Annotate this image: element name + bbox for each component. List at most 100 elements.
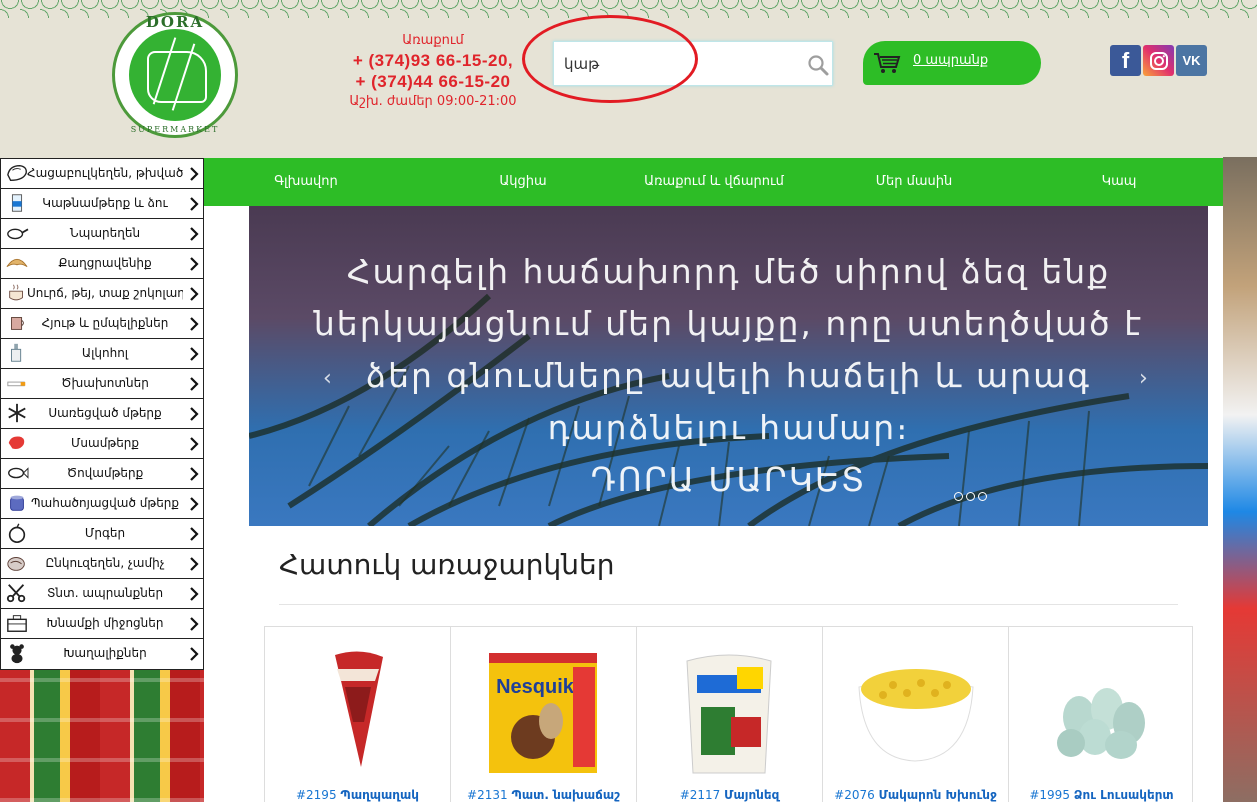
site-logo[interactable]: DORA SUPERMARKET: [112, 12, 238, 138]
delivery-label: Առաքում: [402, 33, 464, 48]
sidebar-item-label: Քաղցրավենիք: [58, 256, 152, 270]
specials-title: Հատուկ առաջարկներ: [279, 548, 615, 581]
phone-2[interactable]: + (374)44 66-15-20: [338, 71, 528, 92]
instagram-icon[interactable]: [1143, 45, 1174, 76]
nav-promotions[interactable]: Ակցիա: [408, 158, 638, 206]
contacts-block: Առաքում + (374)93 66-15-20, + (374)44 66…: [338, 32, 528, 112]
product-image-pasta: [858, 669, 974, 762]
sidebar-item-label: Հյութ և ըմպելիքներ: [41, 316, 169, 330]
sidebar-item[interactable]: Պահածոյացված մթերք: [1, 489, 203, 519]
banner-dot[interactable]: [966, 492, 975, 501]
product-card[interactable]: #2076 Մակարոն Խխունջ: [823, 627, 1009, 802]
sidebar-item-label: Խնամքի միջոցներ: [46, 616, 164, 630]
sidebar-item-label: Տնտ. ապրանքներ: [46, 586, 164, 600]
sidebar-item[interactable]: Ալկոհոլ: [1, 339, 203, 369]
vk-icon[interactable]: VK: [1176, 45, 1207, 76]
chevron-right-icon: [190, 407, 199, 421]
sidebar-item-label: Ծխախոտներ: [61, 376, 149, 390]
logo-subtitle: SUPERMARKET: [130, 125, 220, 134]
product-id: #2131: [467, 788, 508, 802]
product-name[interactable]: Մակարոն Խխունջ: [879, 788, 997, 802]
sidebar-item-label: Հացաբուլկեղեն, թխվածք: [27, 166, 183, 180]
chevron-right-icon: [190, 257, 199, 271]
sidebar-item[interactable]: Հացաբուլկեղեն, թխվածք: [1, 159, 203, 189]
banner-line: ներկայացնում մեր կայքը, որը ստեղծված է: [313, 304, 1144, 343]
working-hours: Աշխ. ժամեր 09:00-21:00: [349, 94, 517, 109]
sidebar-item[interactable]: Նպարեղեն: [1, 219, 203, 249]
product-name[interactable]: Պաղպաղակ: [340, 788, 419, 802]
store-shelf-photo-left: [0, 668, 204, 802]
sidebar-item-label: Խաղալիքներ: [63, 646, 147, 660]
sidebar-item[interactable]: Խաղալիքներ: [1, 639, 203, 669]
main-nav: Գլխավոր Ակցիա Առաքում և վճարում Մեր մասի…: [204, 158, 1223, 206]
sidebar-item[interactable]: Ընկուզեղեն, չամիչ: [1, 549, 203, 579]
product-name[interactable]: Մայոնեզ: [724, 788, 779, 802]
banner-dots[interactable]: [954, 486, 990, 505]
product-title[interactable]: #1995 Ձու Լուսակերտ: [1009, 788, 1194, 802]
facebook-icon[interactable]: f: [1110, 45, 1141, 76]
logo-emblem: [129, 29, 221, 121]
nav-delivery-payment[interactable]: Առաքում և վճարում: [614, 158, 814, 206]
nav-about[interactable]: Մեր մասին: [824, 158, 1004, 206]
chevron-right-icon: [190, 527, 199, 541]
sidebar-item[interactable]: Տնտ. ապրանքներ: [1, 579, 203, 609]
chevron-right-icon: [190, 287, 199, 301]
phone-1[interactable]: + (374)93 66-15-20,: [338, 50, 528, 71]
category-sidebar: Հացաբուլկեղեն, թխվածք Կաթնամթերք և ձու Նպա…: [0, 158, 204, 670]
sidebar-item[interactable]: Սառեցված մթերք: [1, 399, 203, 429]
product-title[interactable]: #2117 Մայոնեզ: [637, 788, 822, 802]
chevron-right-icon: [190, 227, 199, 241]
product-title[interactable]: #2195 Պաղպաղակ: [265, 788, 450, 802]
banner-dot[interactable]: [954, 492, 963, 501]
search-input[interactable]: [564, 42, 794, 85]
product-card[interactable]: Nesquik #2131 Պատ. նախաճաշ: [451, 627, 637, 802]
sidebar-item[interactable]: Սուրճ, թեյ, տաք շոկոլադ: [1, 279, 203, 309]
nav-home[interactable]: Գլխավոր: [204, 158, 408, 206]
sidebar-item[interactable]: Կաթնամթերք և ձու: [1, 189, 203, 219]
sidebar-item[interactable]: Մսամթերք: [1, 429, 203, 459]
chevron-right-icon: [190, 377, 199, 391]
chevron-right-icon: [190, 317, 199, 331]
banner-prev-arrow[interactable]: ‹: [323, 366, 332, 391]
chevron-right-icon: [190, 197, 199, 211]
sidebar-item[interactable]: Քաղցրավենիք: [1, 249, 203, 279]
sidebar-item-label: Կաթնամթերք և ձու: [42, 196, 168, 210]
search-icon[interactable]: [806, 53, 830, 77]
product-title[interactable]: #2076 Մակարոն Խխունջ: [823, 788, 1008, 802]
cart-button[interactable]: 0 ապրանք: [863, 41, 1041, 85]
product-id: #2117: [679, 788, 721, 802]
sidebar-item[interactable]: Ծովամթերք: [1, 459, 203, 489]
chevron-right-icon: [190, 647, 199, 661]
site-header: DORA SUPERMARKET Առաքում + (374)93 66-15…: [0, 0, 1257, 157]
sidebar-item-label: Ընկուզեղեն, չամիչ: [45, 556, 165, 570]
product-card[interactable]: #2117 Մայոնեզ: [637, 627, 823, 802]
product-id: #2195: [295, 788, 337, 802]
cart-icon: [874, 53, 901, 73]
product-card[interactable]: #2195 Պաղպաղակ: [265, 627, 451, 802]
sidebar-item[interactable]: Մրգեր: [1, 519, 203, 549]
product-image-icecream: [335, 651, 383, 767]
nav-contact[interactable]: Կապ: [1054, 158, 1184, 206]
sidebar-item[interactable]: Ծխախոտներ: [1, 369, 203, 399]
product-card[interactable]: #1995 Ձու Լուսակերտ: [1009, 627, 1195, 802]
product-name[interactable]: Պատ. նախաճաշ: [511, 788, 619, 802]
product-name[interactable]: Ձու Լուսակերտ: [1074, 788, 1174, 802]
chevron-right-icon: [190, 557, 199, 571]
banner-line: Հարգելի հաճախորդ մեծ սիրով ձեզ ենք: [346, 252, 1111, 291]
cart-count[interactable]: 0 ապրանք: [913, 53, 988, 68]
product-id: #2076: [834, 788, 875, 802]
chevron-right-icon: [190, 167, 199, 181]
sidebar-item[interactable]: Հյութ և ըմպելիքներ: [1, 309, 203, 339]
store-shelf-photo-right: [1223, 157, 1257, 802]
product-title[interactable]: #2131 Պատ. նախաճաշ: [451, 788, 636, 802]
sidebar-item-label: Ալկոհոլ: [81, 346, 129, 360]
sidebar-item-label: Սուրճ, թեյ, տաք շոկոլադ: [27, 286, 183, 300]
banner-next-arrow[interactable]: ›: [1139, 366, 1148, 391]
banner-dot[interactable]: [978, 492, 987, 501]
sidebar-item-label: Նպարեղեն: [69, 226, 141, 240]
sidebar-item[interactable]: Խնամքի միջոցներ: [1, 609, 203, 639]
chevron-right-icon: [190, 497, 199, 511]
chevron-right-icon: [190, 437, 199, 451]
banner-line: ԴՈՐԱ ՄԱՐԿԵՏ: [590, 460, 867, 499]
chevron-right-icon: [190, 617, 199, 631]
